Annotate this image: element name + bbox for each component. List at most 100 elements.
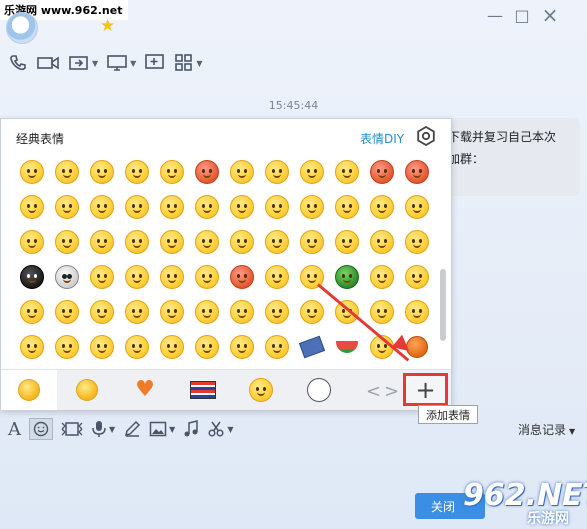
tab-classic-emoji[interactable] (1, 370, 57, 410)
screenshot-button[interactable]: ▼ (207, 418, 233, 440)
emoji-item[interactable] (294, 189, 329, 224)
font-button[interactable]: A (8, 418, 21, 440)
emoji-item[interactable] (224, 189, 259, 224)
apps-button[interactable]: ▼ (174, 53, 202, 73)
tab-favorites[interactable]: ♥ (117, 370, 173, 410)
emoji-item[interactable] (189, 259, 224, 294)
emoji-item[interactable] (84, 259, 119, 294)
emoji-item[interactable] (294, 329, 329, 364)
emoji-item[interactable] (329, 154, 364, 189)
emoji-item[interactable] (154, 294, 189, 329)
emoji-item[interactable] (49, 329, 84, 364)
remote-desktop-button[interactable]: ▼ (106, 53, 136, 73)
emoji-item[interactable] (294, 224, 329, 259)
emoji-item[interactable] (49, 154, 84, 189)
emoji-item[interactable] (84, 154, 119, 189)
emoji-item[interactable] (189, 294, 224, 329)
emoji-item[interactable] (189, 189, 224, 224)
emoji-item[interactable] (49, 224, 84, 259)
emoji-item[interactable] (259, 224, 294, 259)
image-button[interactable]: ▼ (149, 418, 175, 440)
emoji-item[interactable] (364, 259, 399, 294)
tab-sticker-pack-3[interactable] (291, 370, 347, 410)
emoji-item[interactable] (154, 329, 189, 364)
emoji-item[interactable] (259, 294, 294, 329)
chevron-down-icon[interactable]: ▼ (109, 425, 115, 434)
voice-message-button[interactable]: ▼ (91, 418, 115, 440)
emoji-item[interactable] (399, 294, 434, 329)
create-discussion-button[interactable] (144, 53, 166, 73)
emoji-item[interactable] (259, 329, 294, 364)
emoji-item[interactable] (294, 154, 329, 189)
video-call-button[interactable] (36, 53, 60, 73)
chevron-left-icon[interactable]: < (366, 381, 381, 402)
emoji-item[interactable] (14, 259, 49, 294)
emoji-item[interactable] (224, 294, 259, 329)
doodle-button[interactable] (123, 418, 141, 440)
emoji-item[interactable] (119, 294, 154, 329)
emoji-item[interactable] (329, 189, 364, 224)
emoji-item[interactable] (259, 154, 294, 189)
emoji-item[interactable] (329, 259, 364, 294)
voice-call-button[interactable] (8, 53, 28, 73)
chevron-down-icon[interactable]: ▼ (196, 59, 202, 68)
maximize-button[interactable]: □ (512, 6, 532, 25)
emoji-item[interactable] (364, 224, 399, 259)
chevron-down-icon[interactable]: ▼ (92, 59, 98, 68)
tab-sticker-pack-2[interactable] (233, 370, 289, 410)
tab-emoji[interactable] (59, 370, 115, 410)
emoji-item[interactable] (154, 224, 189, 259)
emoji-item[interactable] (84, 224, 119, 259)
emoji-item[interactable] (259, 259, 294, 294)
emoji-item[interactable] (399, 189, 434, 224)
settings-gear-icon[interactable] (416, 126, 436, 146)
emoji-item[interactable] (14, 329, 49, 364)
music-button[interactable] (183, 418, 199, 440)
emoji-item[interactable] (399, 154, 434, 189)
emoji-item[interactable] (329, 224, 364, 259)
emoji-item[interactable] (154, 189, 189, 224)
emoji-button[interactable] (29, 418, 53, 440)
emoji-item[interactable] (224, 224, 259, 259)
emoji-diy-link[interactable]: 表情DIY (360, 130, 404, 147)
emoji-item[interactable] (364, 189, 399, 224)
emoji-item[interactable] (119, 224, 154, 259)
emoji-item[interactable] (49, 294, 84, 329)
emoji-item[interactable] (14, 294, 49, 329)
close-window-button[interactable]: × (540, 3, 560, 27)
emoji-item[interactable] (14, 154, 49, 189)
emoji-item[interactable] (224, 154, 259, 189)
emoji-item[interactable] (154, 259, 189, 294)
emoji-item[interactable] (259, 189, 294, 224)
video-message-button[interactable] (61, 418, 83, 440)
emoji-item[interactable] (84, 189, 119, 224)
chevron-right-icon[interactable]: > (384, 381, 399, 402)
emoji-item[interactable] (224, 329, 259, 364)
chevron-down-icon[interactable]: ▼ (169, 425, 175, 434)
chevron-down-icon[interactable]: ▼ (130, 59, 136, 68)
emoji-item[interactable] (364, 294, 399, 329)
emoji-item[interactable] (399, 259, 434, 294)
emoji-item[interactable] (189, 154, 224, 189)
emoji-item[interactable] (49, 259, 84, 294)
emoji-item[interactable] (119, 329, 154, 364)
avatar[interactable] (6, 12, 38, 44)
tab-sticker-pack-1[interactable] (175, 370, 231, 410)
add-emoji-button[interactable]: + (403, 373, 448, 406)
emoji-item[interactable] (329, 329, 364, 364)
emoji-item[interactable] (189, 329, 224, 364)
emoji-item[interactable] (14, 224, 49, 259)
emoji-item[interactable] (294, 294, 329, 329)
emoji-item[interactable] (154, 154, 189, 189)
emoji-scrollbar-thumb[interactable] (440, 269, 446, 341)
emoji-item[interactable] (14, 189, 49, 224)
emoji-item[interactable] (49, 189, 84, 224)
emoji-item[interactable] (84, 294, 119, 329)
emoji-item[interactable] (119, 154, 154, 189)
chevron-down-icon[interactable]: ▼ (227, 425, 233, 434)
emoji-item[interactable] (119, 189, 154, 224)
send-file-button[interactable]: ▼ (68, 53, 98, 73)
emoji-item[interactable] (84, 329, 119, 364)
emoji-item[interactable] (364, 154, 399, 189)
emoji-item[interactable] (119, 259, 154, 294)
